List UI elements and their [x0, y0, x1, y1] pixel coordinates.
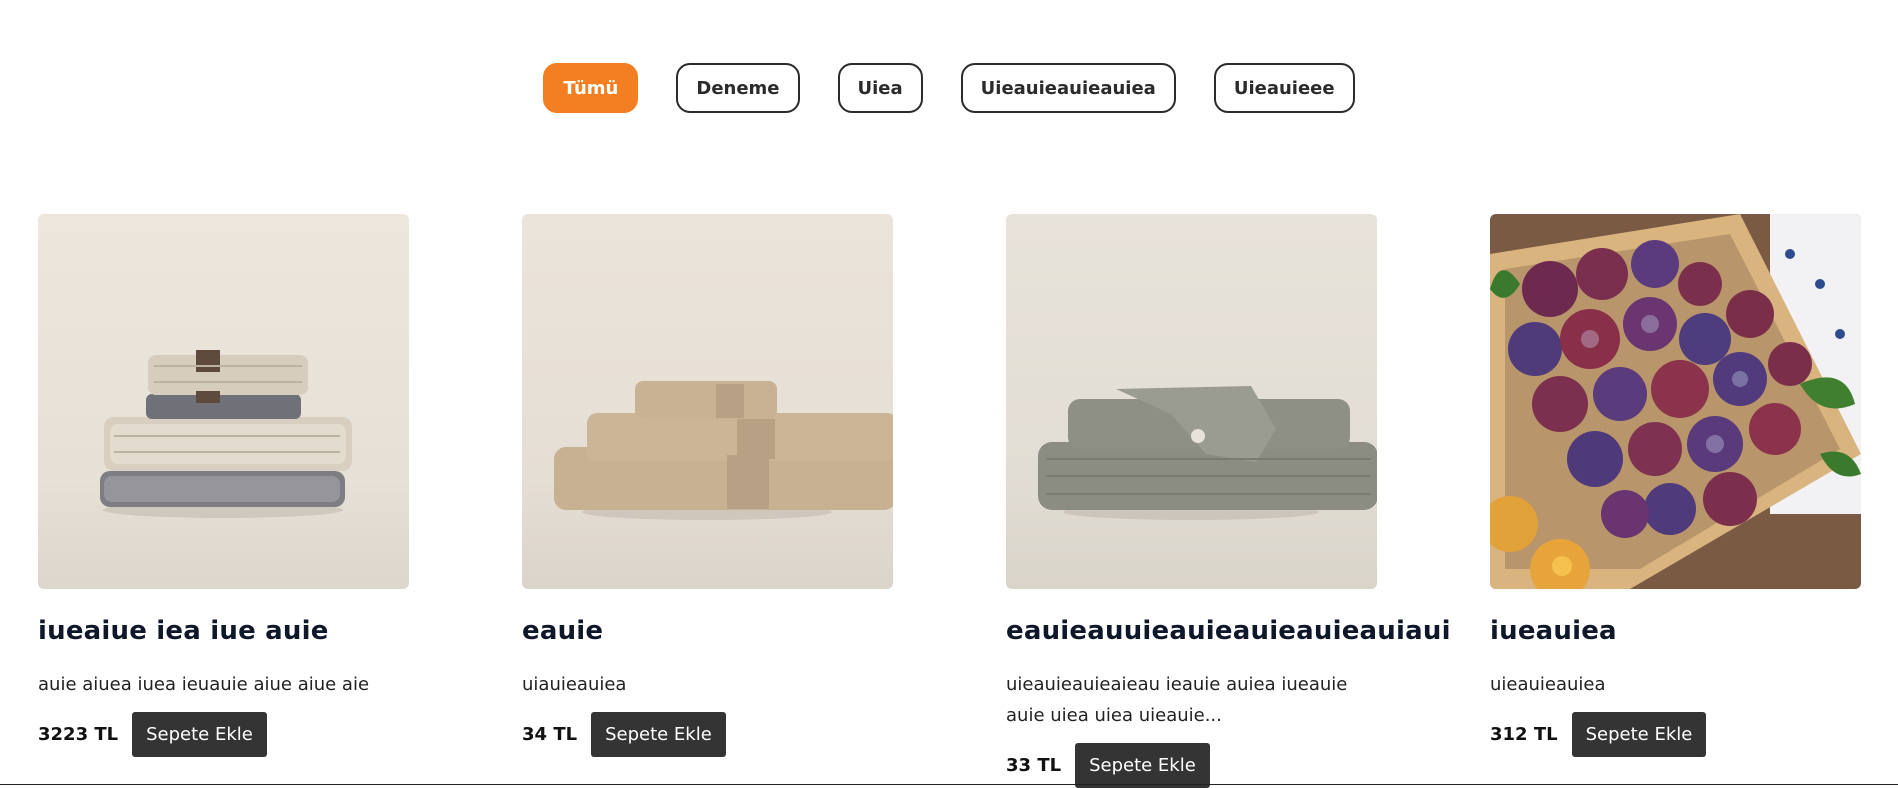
product-description: uieauieauieaieau ieauie auiea iueauie au…: [1006, 674, 1348, 726]
price-row: 312 TL Sepete Ekle: [1490, 712, 1898, 757]
filter-uiea[interactable]: Uiea: [837, 63, 923, 113]
add-to-cart-button[interactable]: Sepete Ekle: [1571, 712, 1707, 757]
product-card: eauieauuieauieauieauieauiaui uieauieauie…: [1006, 214, 1450, 788]
category-filter-bar: Tümü Deneme Uiea Uieauieauieauiea Uieaui…: [0, 63, 1898, 113]
product-image[interactable]: [1006, 214, 1377, 589]
price-row: 33 TL Sepete Ekle: [1006, 743, 1446, 788]
product-price: 3223 TL: [38, 724, 119, 745]
product-price: 34 TL: [522, 724, 578, 745]
product-image[interactable]: [1490, 214, 1861, 589]
product-description: uiauieauiea: [522, 674, 627, 695]
add-to-cart-button[interactable]: Sepete Ekle: [1075, 743, 1210, 788]
product-description: uieauieauiea: [1490, 674, 1606, 695]
filter-deneme[interactable]: Deneme: [676, 63, 800, 113]
product-image[interactable]: [522, 214, 893, 589]
add-to-cart-button[interactable]: Sepete Ekle: [132, 712, 267, 757]
product-title[interactable]: iueauiea: [1490, 615, 1898, 647]
filter-all[interactable]: Tümü: [543, 63, 639, 113]
product-card: iueauiea uieauieauiea 312 TL Sepete Ekle: [1490, 214, 1898, 757]
product-title[interactable]: eauieauuieauieauieauieauiaui: [1006, 615, 1450, 647]
price-row: 34 TL Sepete Ekle: [522, 712, 962, 757]
product-description: auie aiuea iuea ieuauie aiue aiue aie: [38, 674, 370, 695]
product-image[interactable]: [38, 214, 409, 589]
filter-uieauieee[interactable]: Uieauieee: [1213, 63, 1355, 113]
price-row: 3223 TL Sepete Ekle: [38, 712, 478, 757]
product-card: eauie uiauieauiea 34 TL Sepete Ekle: [522, 214, 962, 757]
product-title[interactable]: eauie: [522, 615, 962, 647]
product-title[interactable]: iueaiue iea iue auie: [38, 615, 478, 647]
add-to-cart-button[interactable]: Sepete Ekle: [591, 712, 726, 757]
product-price: 312 TL: [1490, 724, 1558, 745]
product-price: 33 TL: [1006, 755, 1062, 776]
filter-uieauieauieauiea[interactable]: Uieauieauieauiea: [960, 63, 1176, 113]
product-card: iueaiue iea iue auie auie aiuea iuea ieu…: [38, 214, 478, 757]
